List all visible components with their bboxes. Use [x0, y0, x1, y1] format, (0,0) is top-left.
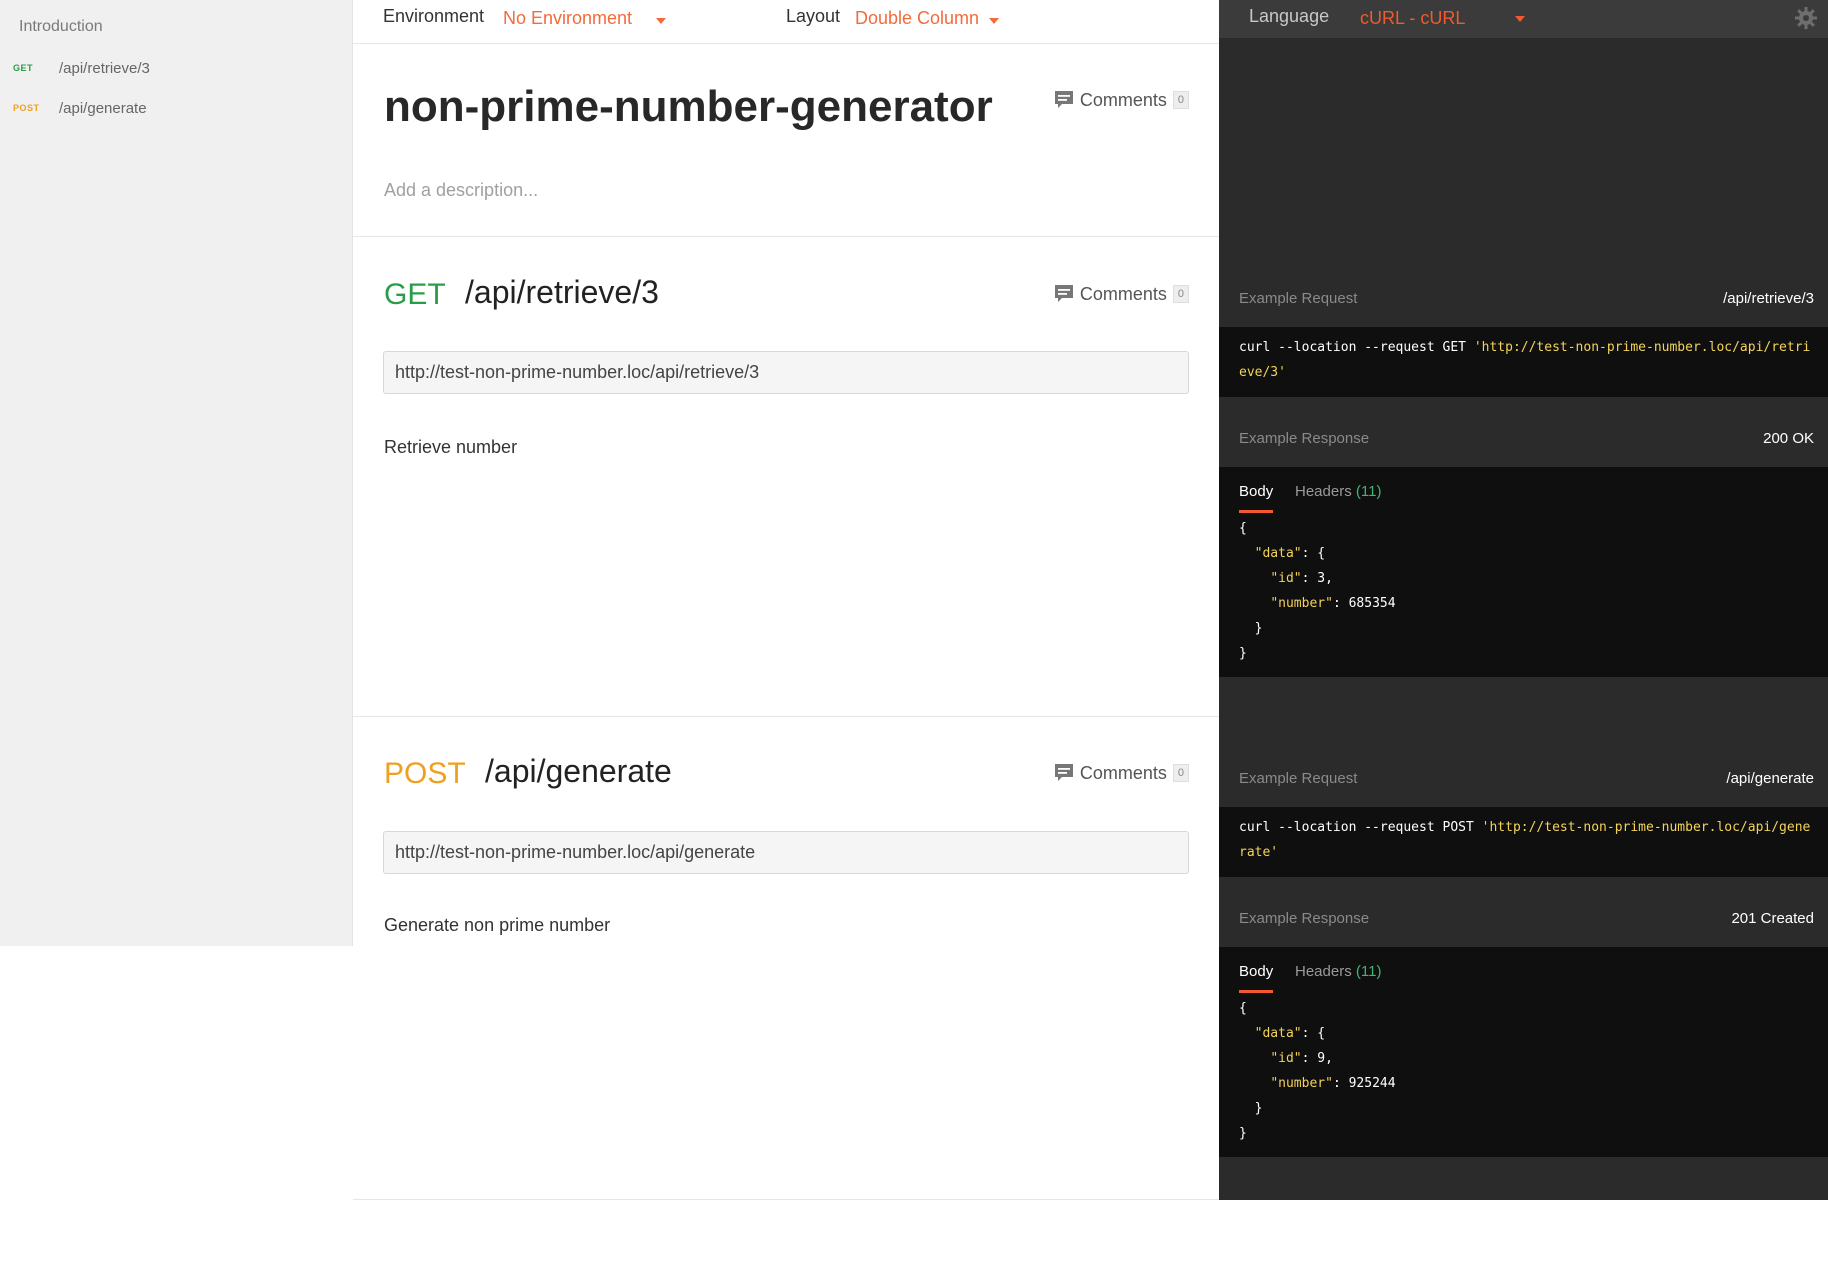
examples-panel: Language cURL - cURL Example Request /ap… [1219, 0, 1828, 1200]
json-id-value: 3 [1317, 571, 1326, 586]
sidebar-item-post-generate[interactable]: POST /api/generate [0, 90, 353, 130]
json-id-value: 9 [1317, 1051, 1326, 1066]
comments-count: 0 [1172, 285, 1189, 303]
comment-icon [1054, 285, 1073, 302]
example-request-path: /api/retrieve/3 [1723, 290, 1814, 307]
sidebar-item-introduction[interactable]: Introduction [19, 18, 103, 36]
sidebar-item-get-retrieve[interactable]: GET /api/retrieve/3 [0, 50, 353, 90]
response-json: { "data": { "id": 9, "number": 925244 } … [1239, 1001, 1396, 1141]
sidebar-item-label: /api/generate [59, 100, 147, 117]
language-dropdown[interactable]: cURL - cURL [1360, 8, 1465, 29]
chevron-down-icon[interactable] [656, 18, 666, 24]
tab-headers-label: Headers [1295, 483, 1352, 500]
example-response-label: Example Response [1239, 430, 1370, 447]
headers-count: (11) [1355, 963, 1382, 980]
comments-label: Comments [1079, 89, 1167, 110]
comments-label: Comments [1079, 762, 1167, 783]
response-json: { "data": { "id": 3, "number": 685354 } … [1239, 521, 1396, 661]
request-url-field[interactable]: http://test-non-prime-number.loc/api/ret… [383, 351, 1189, 394]
request-method: POST [384, 757, 466, 790]
request-description: Retrieve number [384, 437, 518, 457]
sidebar-item-label: /api/retrieve/3 [59, 60, 150, 77]
comment-icon [1054, 91, 1073, 108]
json-number-value: 685354 [1348, 596, 1396, 611]
gear-icon[interactable] [1794, 6, 1818, 30]
tab-headers[interactable]: Headers (11) [1295, 479, 1381, 504]
doc-toolbar: Environment No Environment Layout Double… [353, 0, 1219, 44]
curl-command: curl --location --request GET [1239, 340, 1474, 355]
environment-label: Environment [383, 6, 485, 26]
language-bar: Language cURL - cURL [1219, 0, 1828, 38]
tab-headers[interactable]: Headers (11) [1295, 959, 1381, 984]
response-code-block: Body Headers (11) { "data": { "id": 3, "… [1219, 467, 1828, 677]
page-title: non-prime-number-generator [384, 82, 993, 131]
sidebar: Introduction GET /api/retrieve/3 POST /a… [0, 0, 353, 946]
environment-dropdown[interactable]: No Environment [503, 8, 632, 29]
tab-body[interactable]: Body [1239, 959, 1274, 993]
comment-icon [1054, 764, 1073, 781]
documentation-main: Environment No Environment Layout Double… [353, 0, 1219, 1200]
response-status: 201 Created [1731, 910, 1814, 927]
response-status: 200 OK [1763, 430, 1814, 447]
headers-count: (11) [1355, 483, 1382, 500]
example-response-header: Example Response 200 OK [1219, 418, 1828, 458]
comments-button[interactable]: Comments 0 [1054, 283, 1189, 305]
example-request-header: Example Request /api/retrieve/3 [1219, 278, 1828, 318]
example-request-header: Example Request /api/generate [1219, 758, 1828, 798]
language-label: Language [1249, 6, 1330, 26]
curl-command: curl --location --request POST [1239, 820, 1482, 835]
tab-body[interactable]: Body [1239, 479, 1274, 513]
comments-count: 0 [1172, 764, 1189, 782]
comments-button[interactable]: Comments 0 [1054, 89, 1189, 111]
request-url-field[interactable]: http://test-non-prime-number.loc/api/gen… [383, 831, 1189, 874]
method-badge-post: POST [13, 103, 40, 113]
example-response-label: Example Response [1239, 910, 1370, 927]
comments-count: 0 [1172, 91, 1189, 109]
response-code-block: Body Headers (11) { "data": { "id": 9, "… [1219, 947, 1828, 1157]
json-number-value: 925244 [1348, 1076, 1396, 1091]
request-path: /api/generate [485, 753, 672, 789]
collection-intro: non-prime-number-generator Comments 0 Ad… [353, 44, 1219, 237]
comments-button[interactable]: Comments 0 [1054, 762, 1189, 784]
description-placeholder[interactable]: Add a description... [384, 180, 538, 201]
curl-code-block: curl --location --request GET 'http://te… [1219, 327, 1828, 397]
request-section-get: GET /api/retrieve/3 Comments 0 http://te… [353, 237, 1219, 717]
example-request-path: /api/generate [1726, 770, 1814, 787]
example-request-label: Example Request [1239, 770, 1358, 787]
chevron-down-icon[interactable] [1515, 16, 1525, 22]
example-response-header: Example Response 201 Created [1219, 898, 1828, 938]
method-badge-get: GET [13, 63, 34, 73]
example-request-label: Example Request [1239, 290, 1358, 307]
request-path: /api/retrieve/3 [465, 274, 659, 310]
layout-dropdown[interactable]: Double Column [855, 8, 979, 29]
request-section-post: POST /api/generate Comments 0 http://tes… [353, 717, 1219, 1200]
tab-headers-label: Headers [1295, 963, 1352, 980]
layout-label: Layout [786, 6, 841, 26]
request-description: Generate non prime number [384, 915, 611, 935]
chevron-down-icon[interactable] [989, 18, 999, 24]
request-method: GET [384, 278, 446, 311]
curl-code-block: curl --location --request POST 'http://t… [1219, 807, 1828, 877]
comments-label: Comments [1079, 283, 1167, 304]
